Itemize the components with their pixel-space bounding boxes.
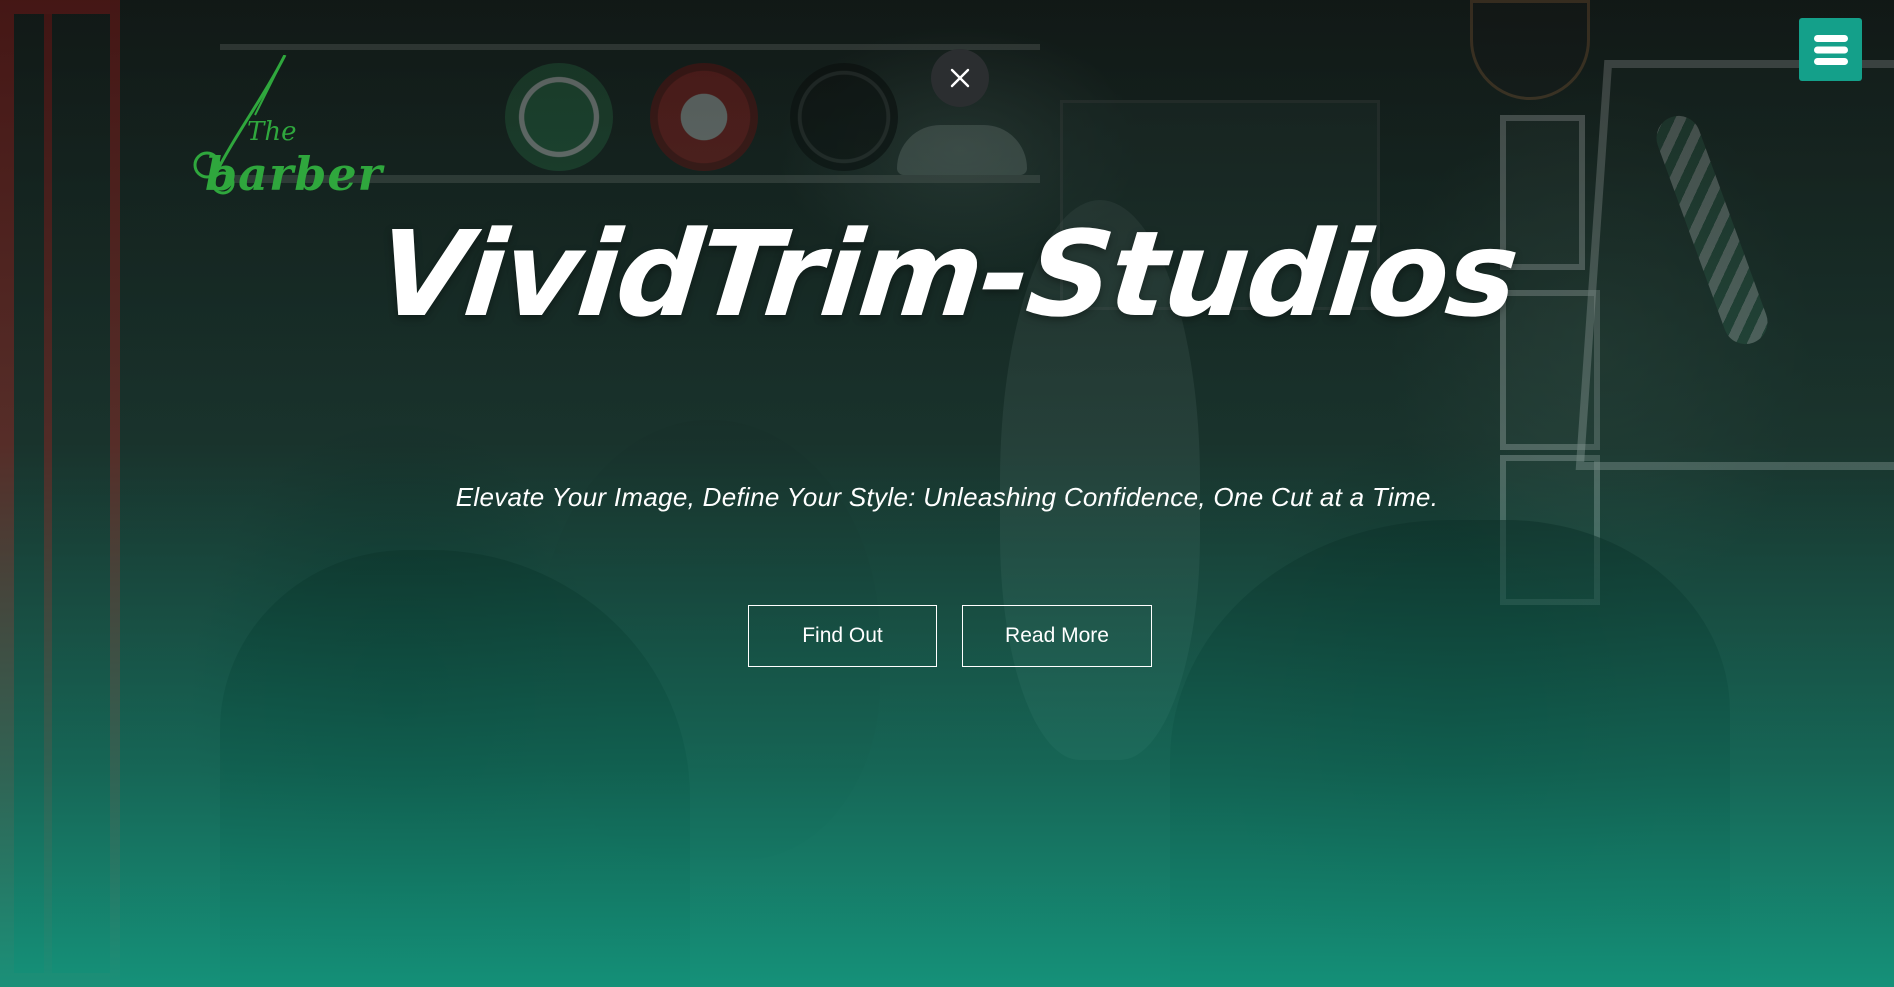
close-button[interactable]	[931, 49, 989, 107]
logo-small-text: The	[247, 117, 297, 147]
hero-section: The barber VividTrim-Studios Elevate You…	[0, 0, 1894, 987]
close-icon	[950, 68, 970, 88]
read-more-button[interactable]: Read More	[962, 605, 1152, 667]
barber-logo[interactable]: The barber	[185, 55, 395, 201]
find-out-button[interactable]: Find Out	[748, 605, 937, 667]
menu-button[interactable]	[1799, 18, 1862, 81]
hero-title: VividTrim-Studios	[371, 205, 1523, 343]
hero-tagline: Elevate Your Image, Define Your Style: U…	[455, 482, 1439, 512]
hamburger-menu-icon	[1813, 34, 1848, 65]
logo-large-text: barber	[205, 147, 383, 201]
